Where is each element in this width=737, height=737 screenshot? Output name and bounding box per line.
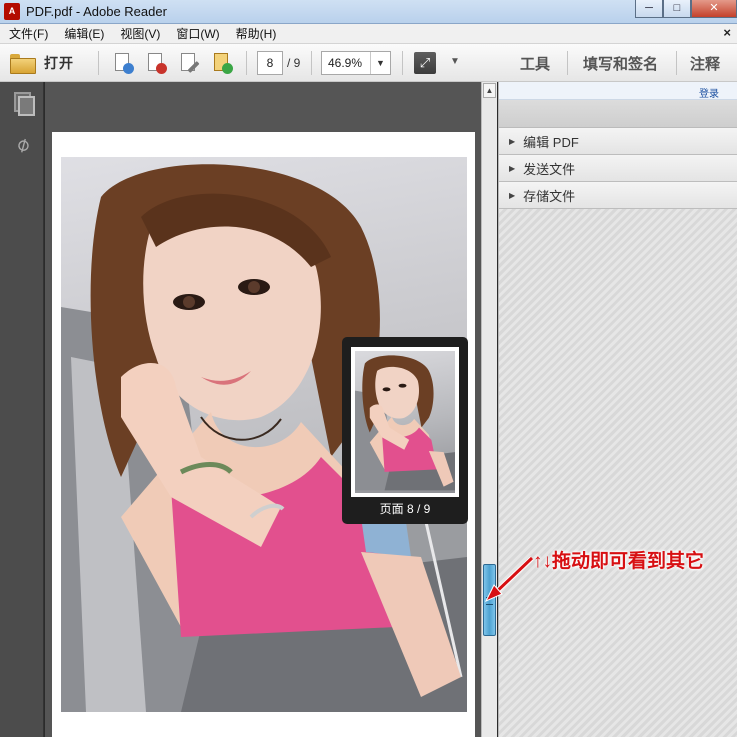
toolbar-divider	[98, 51, 99, 75]
page-thumbnails-icon[interactable]	[12, 92, 35, 116]
window-title: PDF.pdf - Adobe Reader	[26, 4, 167, 19]
attachments-icon[interactable]: ⌀	[8, 128, 36, 157]
menu-file[interactable]: 文件(F)	[0, 25, 55, 42]
menu-window[interactable]: 窗口(W)	[167, 25, 226, 42]
edit-icon[interactable]	[178, 52, 200, 74]
tools-panel: 登录 ▶ 编辑 PDF ▶ 发送文件 ▶ 存储文件	[498, 82, 737, 737]
convert-icon[interactable]	[145, 52, 167, 74]
window-controls: ─ □ ✕	[635, 0, 737, 18]
menu-view[interactable]: 视图(V)	[111, 25, 167, 42]
thumbnail-image	[355, 351, 455, 493]
share-icon[interactable]	[211, 52, 233, 74]
maximize-button[interactable]: □	[663, 0, 691, 18]
panel-header: 登录	[499, 82, 737, 100]
fill-sign-label: 填写和签名	[583, 55, 659, 73]
menu-bar: 文件(F) 编辑(E) 视图(V) 窗口(W) 帮助(H) ×	[0, 24, 737, 44]
page-total-label: / 9	[287, 56, 301, 70]
section-label: 发送文件	[523, 161, 576, 177]
toolbar-divider	[311, 51, 312, 75]
section-store-file[interactable]: ▶ 存储文件	[499, 182, 737, 209]
toolbar-divider	[567, 51, 568, 75]
section-label: 存储文件	[523, 188, 576, 204]
expand-triangle-icon: ▶	[509, 163, 516, 173]
minimize-button[interactable]: ─	[635, 0, 663, 18]
close-window-button[interactable]: ✕	[691, 0, 737, 18]
fill-sign-tab[interactable]: 填写和签名	[583, 44, 658, 82]
menu-edit[interactable]: 编辑(E)	[55, 25, 111, 42]
menu-help[interactable]: 帮助(H)	[227, 25, 284, 42]
zoom-select[interactable]: 46.9% ▼	[321, 51, 391, 75]
panel-banner	[499, 100, 737, 128]
expand-triangle-icon: ▶	[509, 136, 516, 146]
chevron-down-icon[interactable]: ▼	[370, 52, 390, 74]
more-tools-icon[interactable]: ▼	[450, 56, 460, 67]
adobe-reader-logo-icon: A	[4, 3, 20, 20]
section-label: 编辑 PDF	[523, 134, 579, 150]
comment-label: 注释	[690, 55, 721, 73]
document-view[interactable]: 页面 8 / 9	[45, 82, 481, 737]
toolbar-divider	[676, 51, 677, 75]
scroll-up-icon[interactable]: ▲	[483, 83, 496, 98]
page-number-input[interactable]: 8	[257, 51, 283, 75]
zoom-value: 46.9%	[328, 56, 363, 70]
annotation-text: ↑↓拖动即可看到其它	[533, 551, 705, 572]
toolbar-divider	[402, 51, 403, 75]
section-send-file[interactable]: ▶ 发送文件	[499, 155, 737, 182]
create-pdf-icon[interactable]	[112, 52, 134, 74]
section-edit-pdf[interactable]: ▶ 编辑 PDF	[499, 128, 737, 155]
vertical-scrollbar[interactable]: ▲	[481, 82, 497, 737]
open-label: 打开	[44, 55, 74, 71]
left-navigation-pane: ⌀	[0, 82, 44, 737]
folder-open-icon	[10, 54, 36, 74]
tools-label: 工具	[520, 55, 551, 73]
page-thumbnail-tooltip: 页面 8 / 9	[342, 337, 468, 524]
thumbnail-frame	[351, 347, 459, 497]
login-link[interactable]: 登录	[699, 85, 719, 100]
tools-tab[interactable]: 工具	[520, 44, 550, 82]
fit-page-icon[interactable]: ⤢	[414, 52, 436, 74]
open-button[interactable]: 打开	[10, 51, 74, 75]
expand-triangle-icon: ▶	[509, 190, 516, 200]
comment-tab[interactable]: 注释	[690, 44, 720, 82]
title-bar: A PDF.pdf - Adobe Reader ─ □ ✕	[0, 0, 737, 24]
close-document-button[interactable]: ×	[723, 25, 731, 40]
annotation-arrow-icon	[484, 556, 534, 602]
thumbnail-caption: 页面 8 / 9	[379, 502, 431, 516]
toolbar-divider	[246, 51, 247, 75]
